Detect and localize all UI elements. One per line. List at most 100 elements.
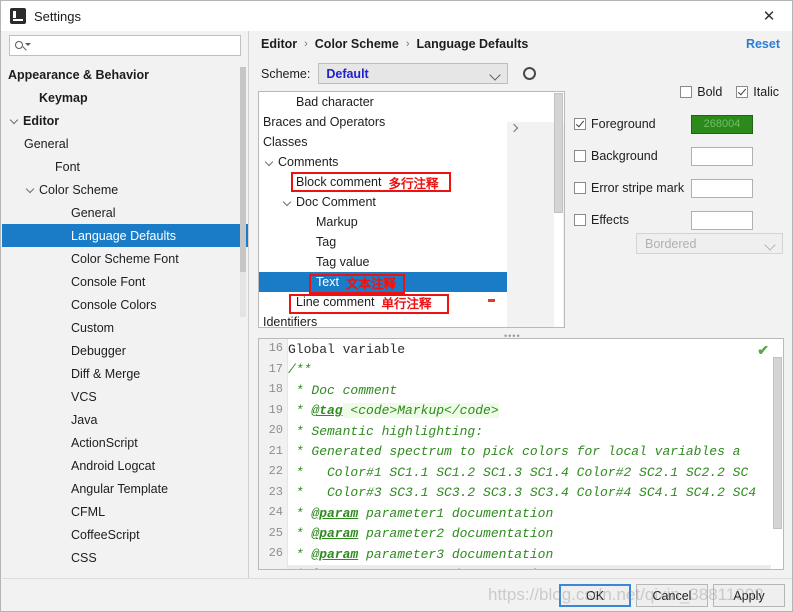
ok-button[interactable]: OK — [559, 584, 631, 607]
effects-checkbox[interactable] — [574, 214, 586, 226]
color-settings-list[interactable]: Bad characterBraces and OperatorsClasses… — [258, 91, 565, 328]
scheme-dropdown[interactable]: Default — [318, 63, 508, 84]
sidebar-scrollbar-thumb[interactable] — [240, 67, 246, 272]
no-arrow-spacer — [56, 321, 69, 334]
sidebar-item-label: Appearance & Behavior — [8, 68, 149, 82]
code-line: * Color#1 SC1.1 SC1.2 SC1.3 SC1.4 Color#… — [288, 462, 771, 483]
line-number: 23 — [259, 485, 283, 499]
code-preview[interactable]: 161718192021222324252627 ✔ Global variab… — [258, 338, 784, 570]
sidebar-item-keymap[interactable]: Keymap — [2, 86, 248, 109]
sidebar-item-font[interactable]: Font — [2, 155, 248, 178]
sidebar-item-angular-template[interactable]: Angular Template — [2, 477, 248, 500]
sidebar-item-android-logcat[interactable]: Android Logcat — [2, 454, 248, 477]
background-color-swatch[interactable] — [691, 147, 753, 166]
scheme-row: Scheme: Default — [261, 63, 537, 84]
inherit-dash-mark — [488, 299, 495, 302]
gear-icon[interactable] — [522, 66, 537, 81]
line-number: 27 — [259, 567, 283, 571]
no-arrow-spacer — [301, 256, 314, 269]
code-line: Global variable — [288, 339, 771, 360]
dialog-button-bar: OK Cancel Apply — [2, 578, 792, 611]
sidebar-item-vcs[interactable]: VCS — [2, 385, 248, 408]
code-segment: @param — [311, 567, 358, 569]
chevron-down-icon[interactable] — [24, 183, 37, 196]
sidebar-item-label: Android Logcat — [71, 459, 155, 473]
background-label: Background — [591, 149, 658, 163]
color-list-row[interactable]: Bad character — [259, 92, 564, 112]
error-stripe-checkbox[interactable] — [574, 182, 586, 194]
effects-color-swatch[interactable] — [691, 211, 753, 230]
sidebar-item-editor[interactable]: Editor — [2, 109, 248, 132]
no-arrow-spacer — [301, 276, 314, 289]
sidebar-item-console-font[interactable]: Console Font — [2, 270, 248, 293]
effect-type-dropdown[interactable]: Bordered — [636, 233, 783, 254]
sidebar-item-language-defaults[interactable]: Language Defaults — [2, 224, 248, 247]
line-number: 21 — [259, 444, 283, 458]
sidebar-item-general[interactable]: General — [2, 201, 248, 224]
reset-link[interactable]: Reset — [746, 37, 780, 51]
search-input[interactable] — [31, 38, 240, 54]
effect-type-value: Bordered — [645, 237, 696, 251]
list-scrollbar-thumb[interactable] — [554, 93, 563, 213]
sidebar-item-color-scheme-font[interactable]: Color Scheme Font — [2, 247, 248, 270]
sidebar-item-label: ActionScript — [71, 436, 138, 450]
sidebar-item-appearance-behavior[interactable]: Appearance & Behavior — [2, 63, 248, 86]
no-arrow-spacer — [301, 216, 314, 229]
code-segment: @param — [311, 547, 358, 562]
no-arrow-spacer — [281, 296, 294, 309]
line-number: 26 — [259, 546, 283, 560]
color-list-row-label: Doc Comment — [296, 195, 376, 209]
code-line: * @param parameter2 documentation — [288, 524, 771, 545]
sidebar-item-coffeescript[interactable]: CoffeeScript — [2, 523, 248, 546]
sidebar-item-css[interactable]: CSS — [2, 546, 248, 569]
code-segment: /** — [288, 362, 311, 377]
sidebar-item-debugger[interactable]: Debugger — [2, 339, 248, 362]
color-list-row-label: Classes — [263, 135, 307, 149]
sidebar-item-color-scheme[interactable]: Color Scheme — [2, 178, 248, 201]
sidebar-item-general[interactable]: General — [2, 132, 248, 155]
sidebar-item-console-colors[interactable]: Console Colors — [2, 293, 248, 316]
bold-checkbox-group[interactable]: Bold — [680, 85, 722, 99]
color-list-row-label: Tag — [316, 235, 336, 249]
sidebar-search[interactable] — [9, 35, 241, 56]
settings-content-panel: Editor › Color Scheme › Language Default… — [249, 31, 792, 581]
bold-checkbox[interactable] — [680, 86, 692, 98]
code-line: * @param parameter4 documentation — [288, 565, 771, 570]
error-stripe-row: Error stripe mark — [574, 181, 784, 195]
foreground-color-swatch[interactable]: 268004 — [691, 115, 753, 134]
breadcrumb-item-editor[interactable]: Editor — [261, 37, 297, 51]
breadcrumb-item-language-defaults[interactable]: Language Defaults — [417, 37, 529, 51]
code-segment: * — [288, 506, 311, 521]
chevron-down-icon[interactable] — [263, 156, 276, 169]
sidebar-item-custom[interactable]: Custom — [2, 316, 248, 339]
error-stripe-label: Error stripe mark — [591, 181, 684, 195]
foreground-checkbox[interactable] — [574, 118, 586, 130]
chevron-down-icon[interactable] — [8, 114, 21, 127]
apply-button[interactable]: Apply — [713, 584, 785, 607]
italic-checkbox-group[interactable]: Italic — [736, 85, 779, 99]
close-icon[interactable]: ✕ — [746, 1, 792, 31]
code-line: * Semantic highlighting: — [288, 421, 771, 442]
sidebar-item-label: VCS — [71, 390, 97, 404]
line-number: 25 — [259, 526, 283, 540]
no-arrow-spacer — [56, 459, 69, 472]
chevron-right-icon: › — [304, 38, 308, 50]
preview-scrollbar-thumb[interactable] — [773, 357, 782, 529]
sidebar-item-cfml[interactable]: CFML — [2, 500, 248, 523]
background-checkbox[interactable] — [574, 150, 586, 162]
breadcrumb-item-color-scheme[interactable]: Color Scheme — [315, 37, 399, 51]
italic-checkbox[interactable] — [736, 86, 748, 98]
chevron-down-icon[interactable] — [281, 196, 294, 209]
sidebar-item-actionscript[interactable]: ActionScript — [2, 431, 248, 454]
code-segment: @param — [311, 506, 358, 521]
code-text-area[interactable]: Global variable/** * Doc comment * @tag … — [288, 339, 771, 569]
error-stripe-color-swatch[interactable] — [691, 179, 753, 198]
sidebar-item-label: Color Scheme Font — [71, 252, 179, 266]
cancel-button[interactable]: Cancel — [636, 584, 708, 607]
color-list-row[interactable]: Identifiers — [259, 312, 564, 328]
sidebar-item-java[interactable]: Java — [2, 408, 248, 431]
sidebar-item-diff-merge[interactable]: Diff & Merge — [2, 362, 248, 385]
code-line: /** — [288, 360, 771, 381]
italic-label: Italic — [753, 85, 779, 99]
search-icon — [15, 39, 31, 53]
